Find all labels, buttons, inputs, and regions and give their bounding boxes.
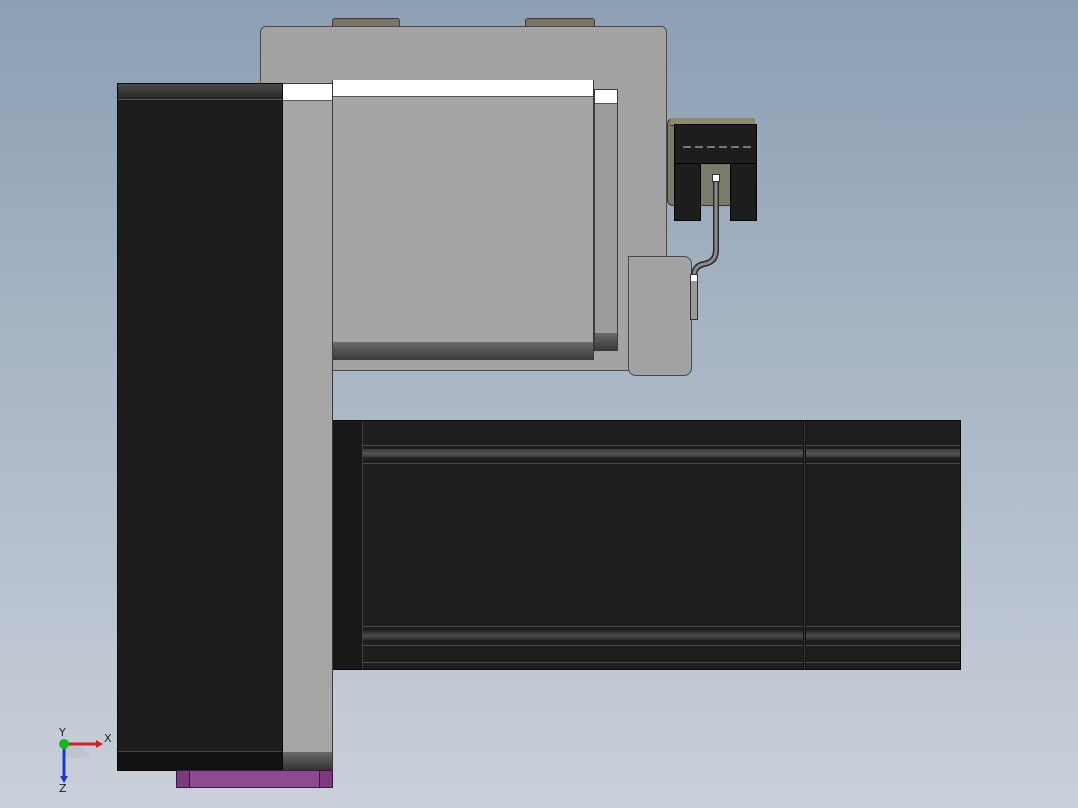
x-axis-label: X [104, 732, 112, 745]
actuator-edge-line [363, 445, 960, 446]
x-axis-arrowhead [96, 740, 103, 748]
actuator-section-seam [803, 421, 806, 669]
vertical-mounting-plate [282, 83, 333, 771]
y-axis-label: Y [58, 728, 66, 739]
cable-connector-tip [691, 275, 697, 281]
vertical-plate-bottom-shadow [283, 752, 332, 770]
motor-housing-top-edge [118, 84, 282, 100]
z-axis-label: Z [59, 782, 67, 792]
purple-base-inner [189, 771, 320, 787]
actuator-edge-line [363, 463, 960, 464]
actuator-endcap [333, 421, 363, 669]
motor-housing-bottom-edge [118, 751, 282, 770]
y-axis-dot [59, 739, 69, 749]
cad-viewport[interactable]: X Y Z [0, 0, 1078, 808]
orientation-triad[interactable]: X Y Z [48, 728, 118, 792]
motor-housing [117, 83, 283, 771]
cable-clip [712, 174, 720, 182]
actuator-edge-line [363, 662, 960, 663]
vertical-plate-top-highlight [283, 84, 332, 101]
actuator-rail-bottom [363, 631, 960, 640]
actuator-edge-line [363, 626, 960, 627]
actuator-edge-line [363, 645, 960, 646]
actuator-rail-top [363, 449, 960, 458]
